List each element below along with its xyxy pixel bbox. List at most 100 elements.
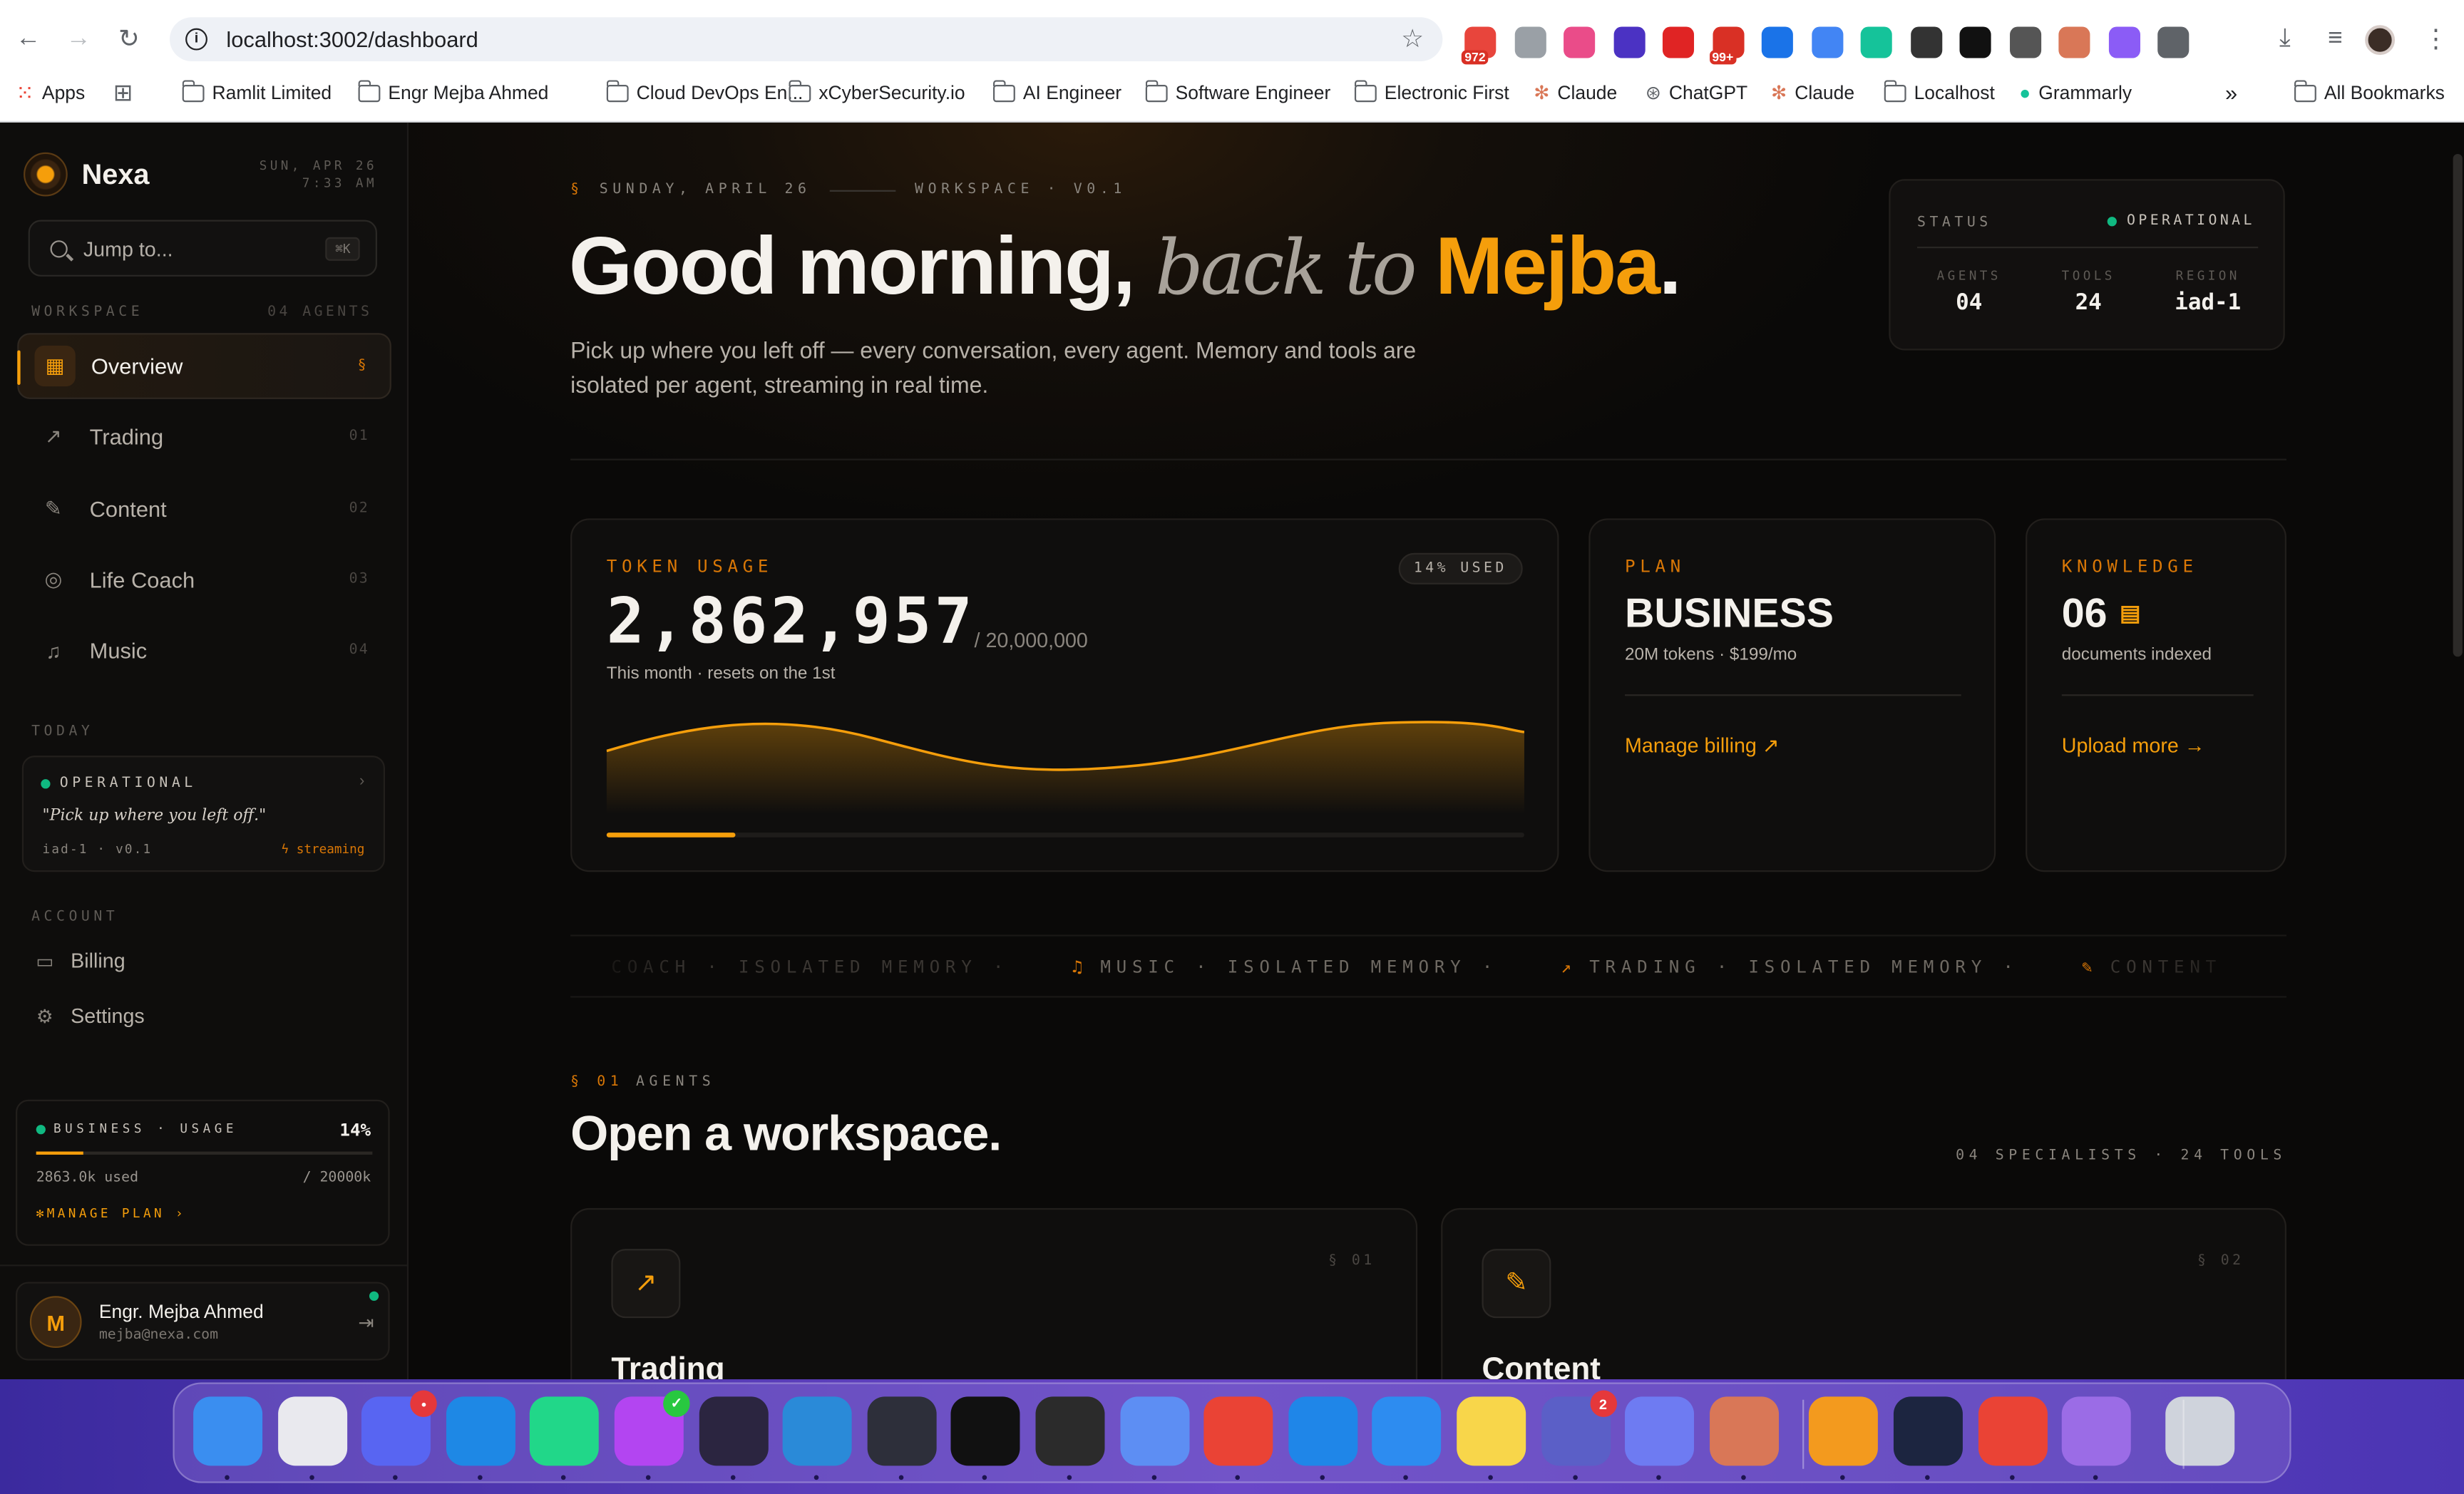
today-label: TODAY xyxy=(31,724,94,741)
ticker-fade-left xyxy=(570,936,697,996)
avatar[interactable]: M xyxy=(29,1296,82,1349)
sidebar-item-music[interactable]: ♫ Music 04 xyxy=(17,618,391,684)
bookmark-star-icon[interactable]: ☆ xyxy=(1401,24,1424,55)
bookmark-item[interactable]: Electronic First xyxy=(1354,79,1509,103)
upload-more-link[interactable]: Upload more → xyxy=(2062,733,2205,757)
streaming-indicator: ϟ streaming xyxy=(282,842,365,856)
pages-icon[interactable] xyxy=(1809,1396,1879,1466)
tag-ext-icon[interactable] xyxy=(1761,26,1793,58)
bookmark-item[interactable]: xCyberSecurity.io xyxy=(789,79,965,103)
terminal-chat-icon[interactable] xyxy=(1119,1396,1189,1466)
sidebar-item-trading[interactable]: ↗ Trading 01 xyxy=(17,404,391,470)
launchpad-icon[interactable] xyxy=(277,1396,347,1466)
jump-to-search[interactable]: Jump to... ⌘K xyxy=(28,220,377,277)
sidebar-item-overview[interactable]: ▦ Overview § xyxy=(17,333,391,399)
crystal-ext-icon[interactable] xyxy=(2108,26,2140,58)
account-label: ACCOUNT xyxy=(31,910,119,926)
manage-plan-link[interactable]: ✻MANAGE PLAN › xyxy=(36,1207,186,1221)
openai-ext-icon[interactable] xyxy=(1959,26,1991,58)
manage-plan-text[interactable]: MANAGE PLAN › xyxy=(47,1207,186,1221)
agents-kicker-num: § 01 xyxy=(570,1074,624,1091)
grammar-ext-icon[interactable] xyxy=(1860,26,1892,58)
logout-icon[interactable]: ⇥ xyxy=(358,1312,374,1334)
cube-app-icon[interactable] xyxy=(1035,1396,1105,1466)
bookmark-item[interactable]: ⁙ Apps xyxy=(16,79,85,105)
manage-billing-link[interactable]: Manage billing ↗ xyxy=(1625,733,1780,758)
url-text[interactable]: localhost:3002/dashboard xyxy=(226,26,478,51)
search-icon xyxy=(50,239,68,257)
appstore-icon[interactable] xyxy=(1372,1396,1442,1466)
all-bookmarks[interactable]: All Bookmarks xyxy=(2294,79,2445,103)
simulator-icon[interactable] xyxy=(1625,1396,1695,1466)
camera-ext-icon[interactable] xyxy=(1514,26,1546,58)
bookmark-item[interactable]: ⊞ xyxy=(113,78,133,106)
notes-icon[interactable] xyxy=(1457,1396,1526,1466)
teams-icon[interactable]: 2 xyxy=(1541,1390,1617,1466)
agent-card-content[interactable]: ✎ § 02 Content xyxy=(1441,1207,2286,1380)
diamond-ext-icon[interactable] xyxy=(1613,26,1645,58)
phpstorm-icon[interactable]: ✓ xyxy=(614,1390,690,1466)
brand[interactable]: Nexa xyxy=(24,152,149,197)
today-card[interactable]: OPERATIONAL › "Pick up where you left of… xyxy=(21,756,386,872)
media-queue-icon[interactable]: ≡ xyxy=(2313,17,2357,61)
arc-icon[interactable] xyxy=(867,1396,937,1466)
bookmark-item[interactable]: AI Engineer xyxy=(992,79,1121,103)
folder-icon xyxy=(606,79,629,102)
pycharm-icon[interactable] xyxy=(530,1396,600,1466)
sidebar-item-life-coach[interactable]: ◎ Life Coach 03 xyxy=(17,547,391,613)
chrome-icon[interactable] xyxy=(1203,1396,1273,1466)
shield-ext-icon[interactable] xyxy=(1662,26,1695,58)
site-info-icon[interactable]: i xyxy=(185,28,207,51)
profile-avatar[interactable] xyxy=(2365,25,2396,56)
sidebar-item-content[interactable]: ✎ Content 02 xyxy=(17,475,391,542)
account-billing[interactable]: ▭ Billing xyxy=(34,949,125,972)
bookmark-item[interactable]: Engr Mejba Ahmed xyxy=(358,79,548,103)
dock-running-dot xyxy=(1572,1475,1578,1480)
user-card[interactable]: M Engr. Mejba Ahmed mejba@nexa.com ⇥ xyxy=(16,1282,390,1361)
browser-menu-icon[interactable]: ⋮ xyxy=(2413,17,2458,61)
calendar-ext-icon[interactable]: 972 xyxy=(1461,26,1497,65)
chevron-right-icon[interactable]: › xyxy=(359,773,364,790)
bookmark-item[interactable]: ✻ Claude xyxy=(1534,82,1617,104)
finder-icon[interactable] xyxy=(193,1396,263,1466)
bookmark-item[interactable]: ● Grammarly xyxy=(2019,82,2132,104)
user-name: Engr. Mejba Ahmed xyxy=(98,1300,264,1323)
siri-icon[interactable] xyxy=(2062,1396,2132,1466)
address-bar[interactable]: i localhost:3002/dashboard ☆ xyxy=(170,17,1443,61)
xcode-console-icon[interactable] xyxy=(1893,1396,1963,1466)
safari-icon[interactable] xyxy=(446,1396,515,1466)
mail-ext-icon[interactable]: 99+ xyxy=(1708,26,1744,65)
reload-icon[interactable]: ↻ xyxy=(107,17,151,61)
play-ext-icon[interactable] xyxy=(1564,26,1596,58)
bookmark-item[interactable]: ✻ Claude xyxy=(1771,82,1854,104)
bookmark-item[interactable]: Localhost xyxy=(1884,79,1995,103)
vscode-icon[interactable] xyxy=(783,1396,853,1466)
obsidian-icon[interactable] xyxy=(698,1396,768,1466)
discord-icon[interactable]: • xyxy=(361,1390,438,1466)
claude-ext-icon[interactable] xyxy=(2058,26,2090,58)
broadcast-ext-icon[interactable] xyxy=(1811,26,1843,58)
bookmark-item[interactable]: Ramlit Limited xyxy=(182,79,332,103)
agent-card-trading[interactable]: ↗ § 01 Trading xyxy=(570,1207,1418,1380)
back-icon[interactable]: ← xyxy=(6,17,51,61)
trash-icon[interactable] xyxy=(2165,1396,2234,1466)
claude-app-icon[interactable] xyxy=(1709,1396,1779,1466)
account-settings[interactable]: ⚙ Settings xyxy=(34,1004,145,1027)
forward-icon[interactable]: → xyxy=(56,17,101,61)
ubiquiti-ext-icon[interactable] xyxy=(1910,26,1942,58)
intellij-icon[interactable] xyxy=(951,1396,1021,1466)
search-placeholder[interactable]: Jump to... xyxy=(83,237,173,260)
grid-icon: ▦ xyxy=(34,345,76,387)
download-icon[interactable]: ⤓ xyxy=(2263,17,2307,61)
bookmark-item[interactable]: Software Engineer xyxy=(1145,79,1330,103)
workspace-label: WORKSPACE xyxy=(31,304,144,321)
puzzle-ext-icon[interactable] xyxy=(2157,26,2190,58)
bookmarks-overflow-icon[interactable]: » xyxy=(2225,80,2237,105)
bookmark-item[interactable]: ⊛ ChatGPT xyxy=(1646,82,1747,104)
chrome-2-icon[interactable] xyxy=(1978,1396,2048,1466)
page-scrollbar[interactable] xyxy=(2453,153,2463,657)
bookmark-item[interactable]: Cloud DevOps En... xyxy=(606,79,803,103)
stat-value: iad-1 xyxy=(2175,290,2242,316)
feather-ext-icon[interactable] xyxy=(2008,26,2041,58)
quicktime-icon[interactable] xyxy=(1288,1396,1357,1466)
